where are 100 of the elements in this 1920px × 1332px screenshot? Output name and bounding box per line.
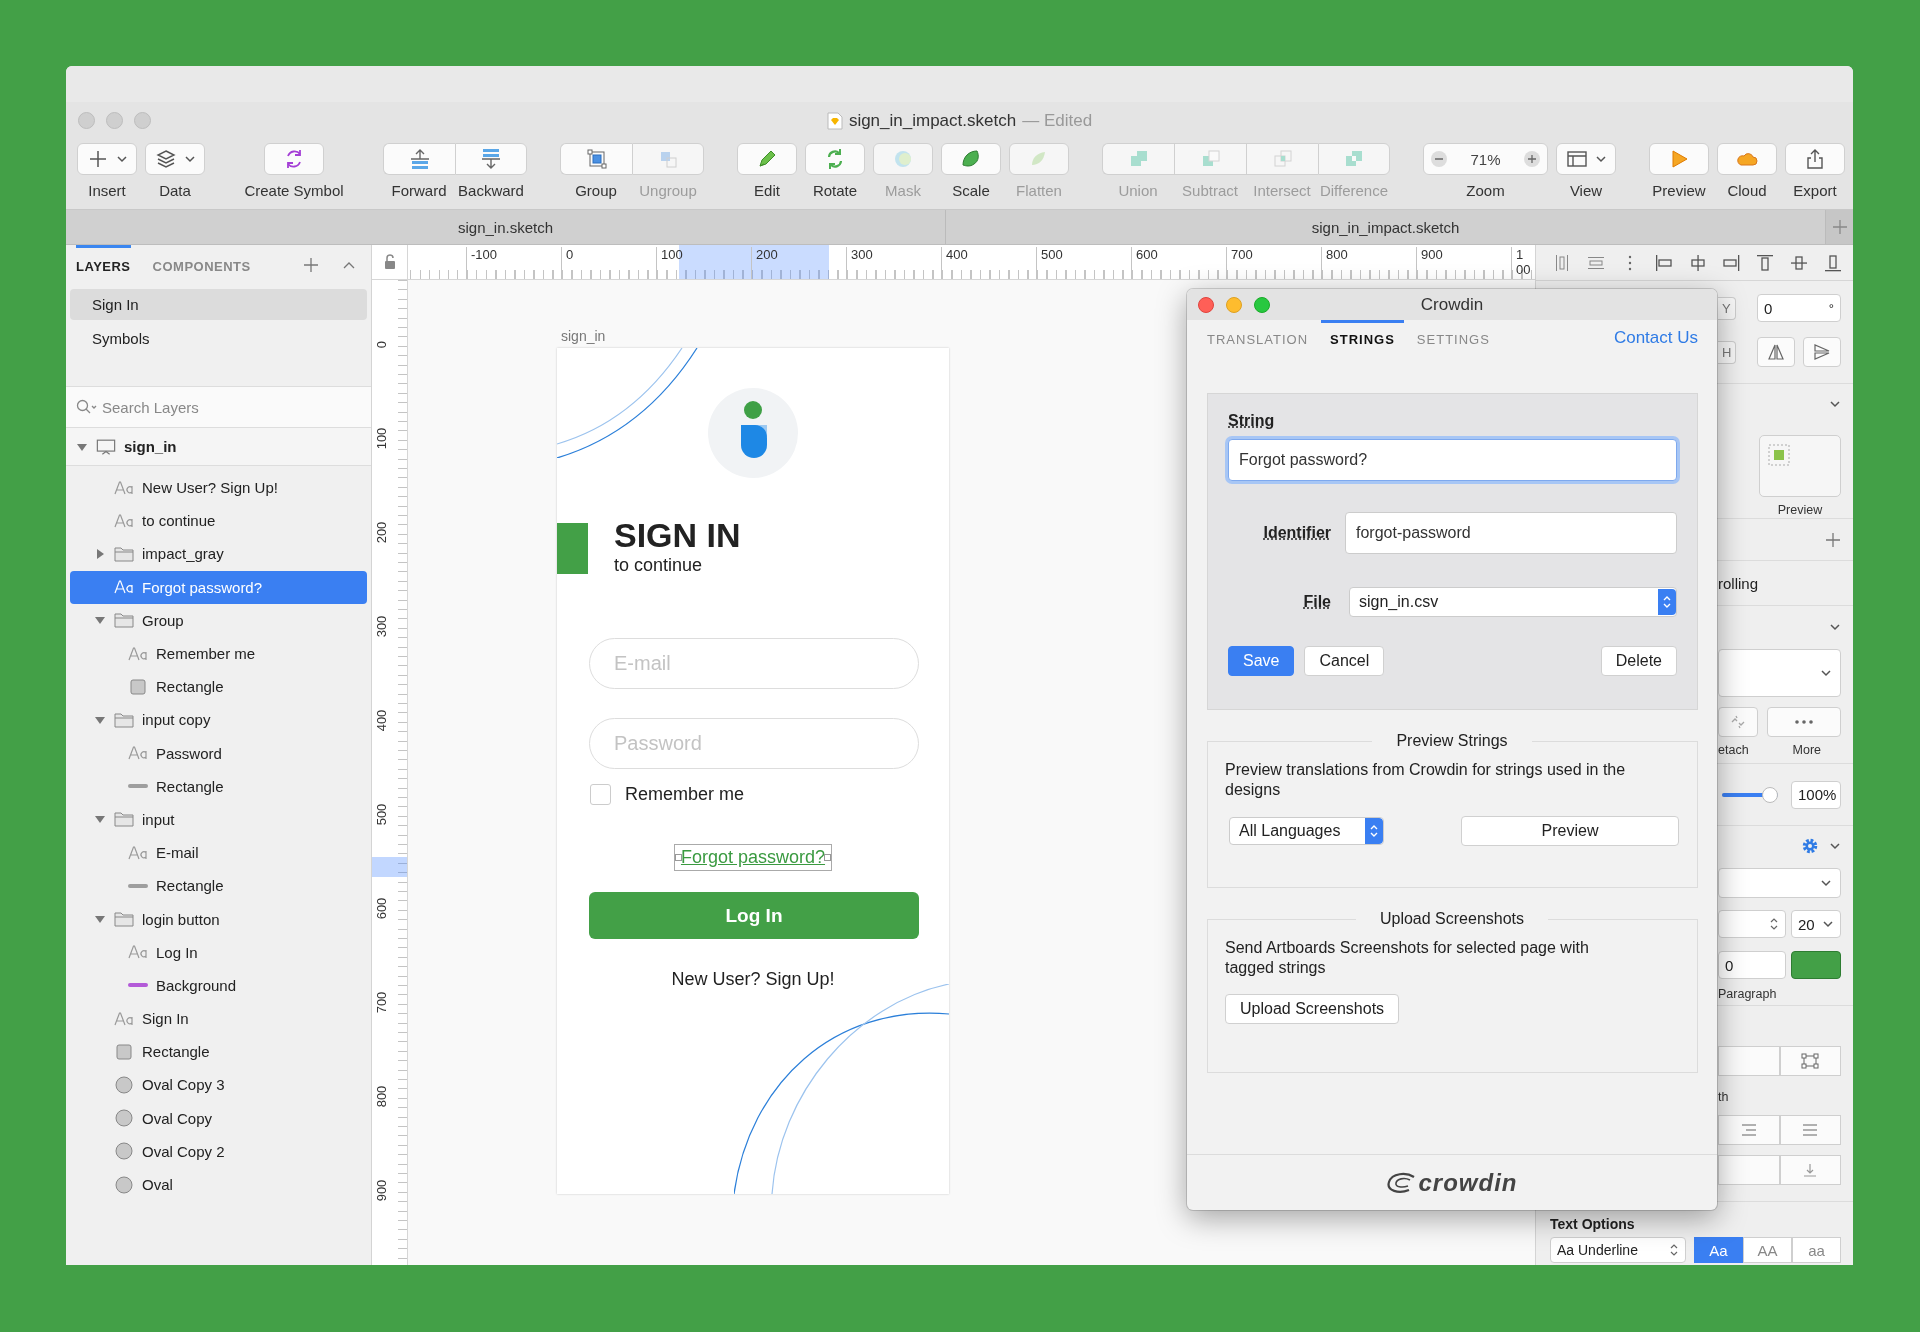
layer-row[interactable]: input — [70, 802, 367, 837]
layer-row[interactable]: sign_in — [66, 428, 371, 466]
lock-icon[interactable] — [382, 254, 397, 270]
window-button[interactable] — [134, 112, 151, 129]
tab[interactable]: STRINGS — [1321, 320, 1404, 356]
signup-link[interactable]: New User? Sign Up! — [557, 969, 949, 990]
layer-row[interactable]: Oval — [70, 1167, 367, 1202]
toolbar-button[interactable] — [145, 143, 205, 175]
color-swatch[interactable] — [1791, 951, 1841, 979]
chevron-down-icon — [1822, 918, 1834, 930]
language-dropdown[interactable]: All Languages — [1229, 817, 1384, 845]
toolbar-button[interactable] — [455, 143, 527, 175]
layer-row[interactable]: Rectangle — [70, 869, 367, 903]
layer-row[interactable]: Rectangle — [70, 769, 367, 803]
search-field[interactable]: Search Layers — [102, 396, 342, 418]
layer-row[interactable]: E-mail — [70, 836, 367, 870]
plus-icon — [1831, 219, 1848, 235]
align-right-button[interactable] — [1718, 1115, 1780, 1145]
zoom-control[interactable]: 71% — [1423, 143, 1548, 175]
layer-row[interactable]: Rectangle — [70, 1035, 367, 1069]
layer-row[interactable]: login button — [70, 902, 367, 936]
layer-row[interactable]: Oval Copy 3 — [70, 1068, 367, 1102]
option-button[interactable] — [1718, 1155, 1780, 1185]
justify-button[interactable] — [1779, 1115, 1841, 1145]
opacity-slider[interactable] — [1722, 786, 1778, 803]
toolbar-button[interactable] — [1556, 143, 1616, 175]
layer-row[interactable]: to continue — [70, 504, 367, 538]
slider-thumb[interactable] — [1762, 786, 1778, 803]
align-bottom-button[interactable] — [1779, 1155, 1841, 1185]
gear-icon[interactable] — [1801, 836, 1819, 855]
layer-row[interactable]: Oval Copy 2 — [70, 1134, 367, 1168]
toolbar-button[interactable] — [560, 143, 632, 175]
more-button[interactable] — [1767, 707, 1841, 737]
page-item[interactable]: Sign In — [70, 289, 367, 320]
file-dropdown[interactable]: sign_in.csv — [1349, 587, 1677, 617]
forgot-password-link[interactable]: Forgot password? — [674, 845, 832, 870]
layer-row[interactable]: Sign In — [70, 1002, 367, 1036]
toolbar-button[interactable] — [77, 143, 137, 175]
dialog-button[interactable]: Save — [1228, 646, 1295, 676]
layer-row[interactable]: input copy — [70, 703, 367, 737]
dialog-button[interactable]: Cancel — [1304, 646, 1385, 676]
flip-vertical-button[interactable] — [1803, 337, 1841, 367]
toolbar-label: Subtract — [1182, 182, 1238, 199]
ruler-label: 400 — [941, 247, 968, 279]
layer-row[interactable]: Remember me — [70, 636, 367, 671]
layer-row[interactable]: Oval Copy — [70, 1101, 367, 1135]
toolbar-button[interactable] — [1785, 143, 1845, 175]
input-field[interactable]: Password — [589, 718, 919, 769]
stepper-field[interactable] — [1718, 910, 1786, 938]
string-field[interactable]: Forgot password? — [1228, 439, 1677, 481]
zoom-button[interactable] — [1254, 296, 1270, 313]
layer-row[interactable]: Forgot password? — [70, 570, 367, 604]
layer-row[interactable]: Group — [70, 603, 367, 637]
text-layer-icon — [128, 945, 148, 960]
layer-row[interactable]: New User? Sign Up! — [70, 471, 367, 505]
dropdown[interactable] — [1718, 868, 1841, 898]
spacing-field[interactable]: 0 — [1718, 951, 1786, 979]
stepper-icon[interactable] — [1769, 916, 1779, 932]
detach-button[interactable] — [1718, 707, 1758, 737]
option-button[interactable] — [1718, 1045, 1780, 1076]
preview-button[interactable]: Preview — [1461, 816, 1679, 846]
close-button[interactable] — [1198, 296, 1214, 313]
fixed-size-button[interactable] — [1779, 1045, 1841, 1076]
dialog-button[interactable]: Delete — [1600, 646, 1677, 676]
minimize-button[interactable] — [1226, 296, 1242, 313]
case-option[interactable]: Aa — [1694, 1237, 1743, 1263]
plus-icon[interactable] — [303, 257, 319, 273]
font-size-field[interactable]: 20 — [1791, 910, 1841, 938]
plus-icon[interactable] — [1825, 531, 1841, 548]
toolbar-button[interactable] — [941, 143, 1001, 175]
dropdown[interactable] — [1718, 649, 1841, 697]
layer-row[interactable]: Rectangle — [70, 670, 367, 704]
input-field[interactable]: E-mail — [589, 638, 919, 689]
panel-tab[interactable]: LAYERS — [76, 245, 131, 285]
zoom-out-icon[interactable] — [1430, 150, 1448, 168]
zoom-in-icon[interactable] — [1523, 150, 1541, 168]
triangle-right-icon[interactable] — [94, 547, 106, 560]
layer-row[interactable]: Log In — [70, 935, 367, 969]
search-bar[interactable]: Search Layers — [66, 387, 371, 428]
page-item[interactable]: Symbols — [70, 323, 367, 354]
checkbox[interactable] — [590, 784, 611, 805]
toolbar-button[interactable] — [264, 143, 324, 175]
layer-row[interactable]: Password — [70, 736, 367, 770]
new-tab-button[interactable] — [1826, 210, 1853, 244]
case-option[interactable]: AA — [1743, 1237, 1792, 1263]
contact-link[interactable]: Contact Us — [1613, 328, 1698, 348]
window-button[interactable] — [78, 112, 95, 129]
window-button[interactable] — [106, 112, 123, 129]
flip-horizontal-button[interactable] — [1757, 337, 1795, 367]
layer-row[interactable]: impact_gray — [70, 537, 367, 571]
toolbar-button[interactable] — [383, 143, 455, 175]
layer-row[interactable]: Background — [70, 968, 367, 1002]
resizing-preview[interactable] — [1759, 435, 1841, 497]
upload-button[interactable]: Upload Screenshots — [1225, 994, 1400, 1024]
case-option[interactable]: aa — [1792, 1237, 1841, 1263]
opacity-field[interactable]: 100% — [1791, 780, 1841, 809]
decoration-dropdown[interactable]: Aa Underline — [1550, 1237, 1686, 1263]
document-tab[interactable]: sign_in.sketch — [66, 210, 946, 244]
rotation-field[interactable]: 0 ° — [1757, 294, 1841, 322]
identifier-field[interactable]: forgot-password — [1345, 512, 1677, 554]
